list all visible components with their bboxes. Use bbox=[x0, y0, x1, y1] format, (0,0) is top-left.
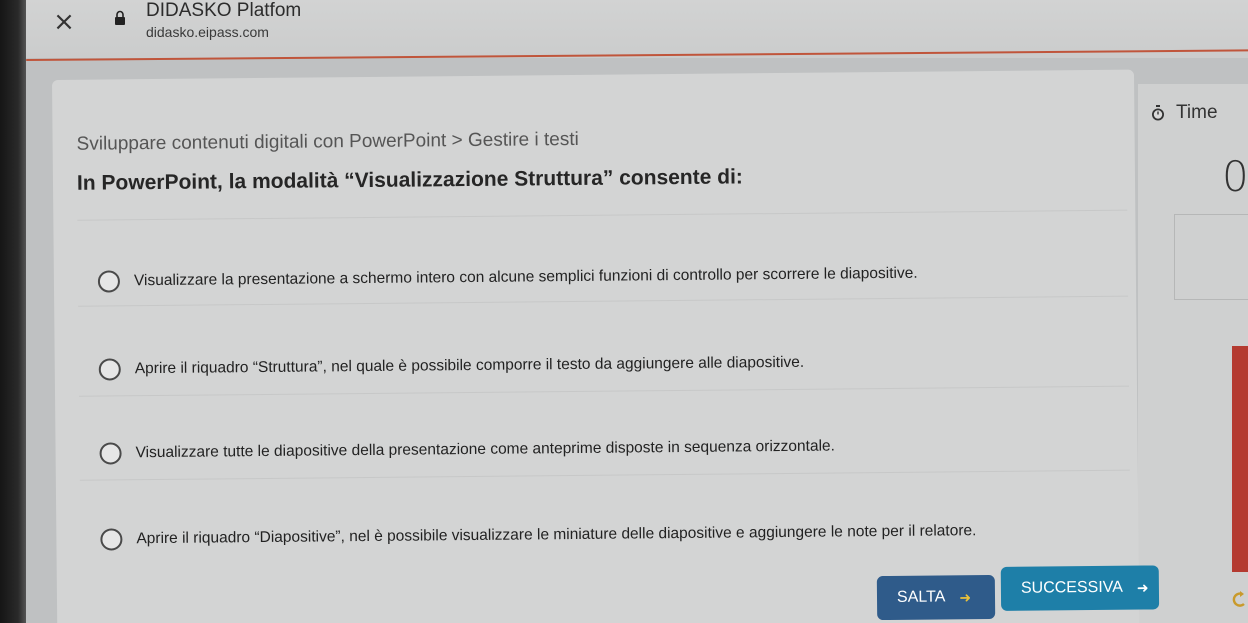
question-card: Sviluppare contenuti digitali con PowerP… bbox=[52, 69, 1160, 623]
option-label: Aprire il riquadro “Diapositive”, nel è … bbox=[136, 522, 977, 548]
answer-option-3[interactable]: Visualizzare tutte le diapositive della … bbox=[99, 433, 835, 468]
answer-option-1[interactable]: Visualizzare la presentazione a schermo … bbox=[97, 260, 918, 296]
divider bbox=[79, 385, 1129, 397]
answer-option-4[interactable]: Aprire il riquadro “Diapositive”, nel è … bbox=[100, 517, 976, 553]
timer-box bbox=[1174, 214, 1248, 300]
question-text: In PowerPoint, la modalità “Visualizzazi… bbox=[76, 165, 743, 195]
radio-button[interactable] bbox=[99, 442, 122, 465]
arrow-right-icon: ➜ bbox=[1136, 578, 1149, 596]
divider bbox=[77, 209, 1128, 221]
side-accent-bar bbox=[1232, 346, 1248, 572]
screen-bezel bbox=[0, 0, 26, 623]
close-icon[interactable]: × bbox=[50, 8, 78, 36]
refresh-icon[interactable] bbox=[1230, 590, 1248, 612]
lock-icon bbox=[115, 10, 125, 25]
skip-button-label: SALTA bbox=[896, 588, 946, 606]
radio-button[interactable] bbox=[98, 358, 121, 381]
option-label: Visualizzare la presentazione a schermo … bbox=[133, 264, 918, 290]
answer-option-2[interactable]: Aprire il riquadro “Struttura”, nel qual… bbox=[98, 349, 805, 384]
radio-button[interactable] bbox=[97, 270, 121, 293]
skip-button[interactable]: SALTA ➜ bbox=[876, 574, 996, 621]
breadcrumb: Sviluppare contenuti digitali con PowerP… bbox=[76, 128, 579, 155]
option-label: Aprire il riquadro “Struttura”, nel qual… bbox=[134, 353, 805, 378]
progress-fill bbox=[26, 49, 1248, 61]
divider bbox=[79, 469, 1130, 481]
radio-button[interactable] bbox=[100, 528, 123, 551]
arrow-right-icon: ➜ bbox=[959, 588, 972, 605]
next-button[interactable]: SUCCESSIVA ➜ bbox=[1000, 565, 1160, 611]
next-button-label: SUCCESSIVA bbox=[1020, 578, 1123, 597]
option-label: Visualizzare tutte le diapositive della … bbox=[135, 437, 835, 462]
page-title: DIDASKO Platfom bbox=[146, 0, 302, 21]
timer-value: 0 bbox=[1222, 152, 1248, 201]
stopwatch-icon bbox=[1152, 105, 1164, 121]
timer-label: Time bbox=[1176, 102, 1218, 123]
divider bbox=[78, 295, 1129, 307]
